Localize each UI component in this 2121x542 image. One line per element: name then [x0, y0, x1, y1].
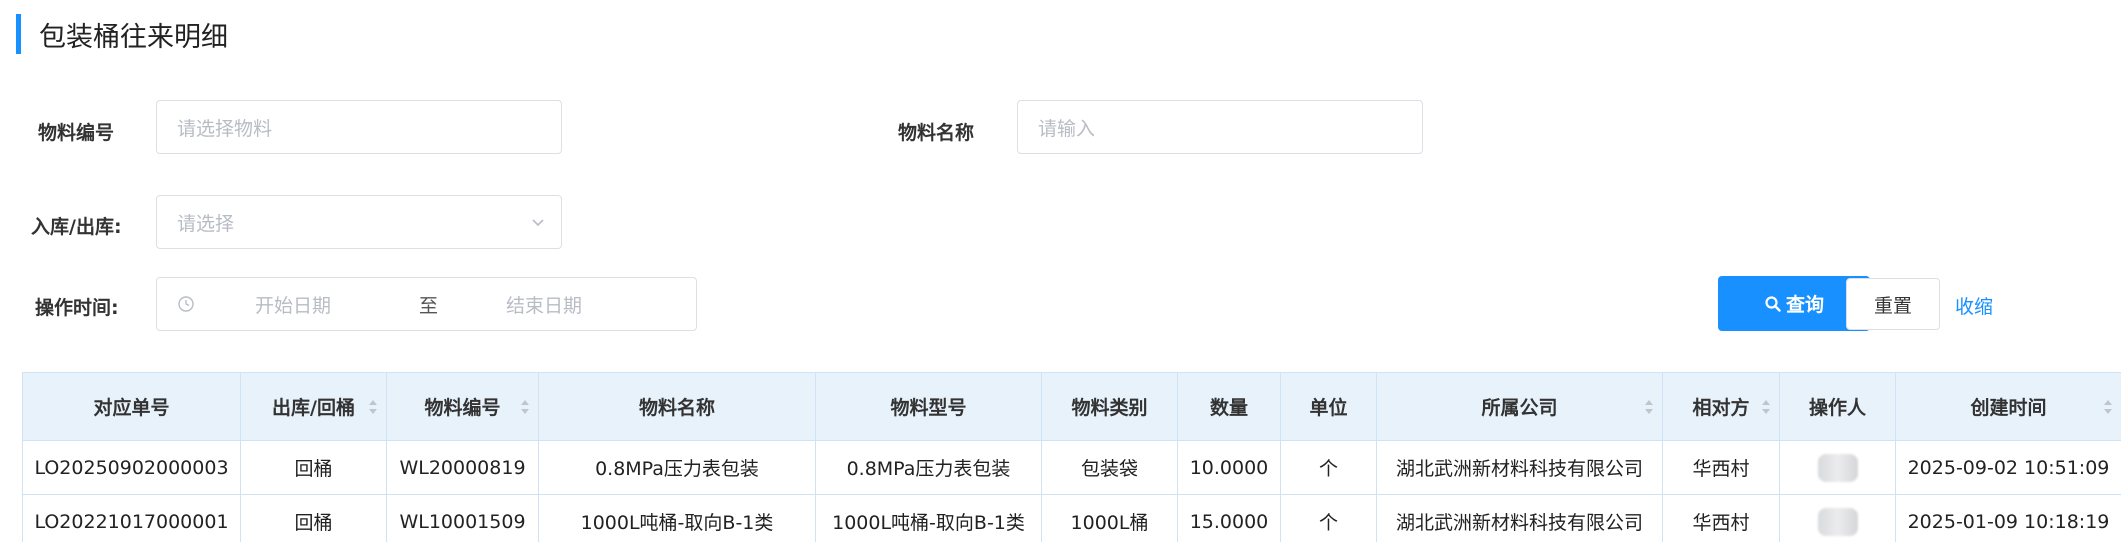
col-header-material-name: 物料名称	[538, 372, 816, 441]
clock-icon	[178, 296, 194, 312]
cell-material-category: 包装袋	[1041, 440, 1178, 495]
table-row[interactable]: LO20221017000001 回桶 WL10001509 1000L吨桶-取…	[22, 494, 2121, 542]
page-header: 包装桶往来明细	[16, 14, 228, 54]
cell-created-time: 2025-01-09 10:18:19	[1895, 494, 2121, 542]
cell-counterparty: 华西村	[1662, 440, 1780, 495]
title-accent-bar	[16, 14, 21, 54]
in-out-select[interactable]: 请选择	[156, 195, 562, 249]
cell-operator	[1779, 494, 1896, 542]
cell-quantity: 15.0000	[1177, 494, 1281, 542]
cell-quantity: 10.0000	[1177, 440, 1281, 495]
material-code-placeholder: 请选择物料	[177, 117, 273, 140]
material-code-input[interactable]: 请选择物料	[156, 100, 562, 154]
sort-icon[interactable]	[368, 397, 378, 417]
sort-icon[interactable]	[1761, 397, 1771, 417]
page-title: 包装桶往来明细	[39, 21, 228, 53]
material-name-placeholder: 请输入	[1038, 117, 1096, 140]
cell-order-no: LO20250902000003	[22, 440, 241, 495]
cell-operator	[1779, 440, 1896, 495]
cell-company: 湖北武洲新材料科技有限公司	[1376, 494, 1663, 542]
reset-button[interactable]: 重置	[1846, 278, 1940, 330]
avatar	[1817, 507, 1858, 536]
cell-unit: 个	[1280, 494, 1377, 542]
sort-icon[interactable]	[2103, 397, 2113, 417]
col-header-material-model: 物料型号	[815, 372, 1042, 441]
cell-material-category: 1000L桶	[1041, 494, 1178, 542]
material-name-label: 物料名称	[898, 122, 975, 144]
sort-icon[interactable]	[520, 397, 530, 417]
col-header-material-code-label: 物料编号	[424, 397, 501, 419]
table-row[interactable]: LO20250902000003 回桶 WL20000819 0.8MPa压力表…	[22, 440, 2121, 495]
table-header-row: 对应单号 出库/回桶 物料编号 物料名称 物料型号 物料类别 数量 单位 所属公…	[22, 372, 2121, 441]
col-header-quantity: 数量	[1177, 372, 1281, 441]
cell-material-model: 1000L吨桶-取向B-1类	[815, 494, 1042, 542]
cell-unit: 个	[1280, 440, 1377, 495]
query-button-label: 查询	[1785, 294, 1824, 316]
col-header-material-category: 物料类别	[1041, 372, 1178, 441]
cell-order-no: LO20221017000001	[22, 494, 241, 542]
col-header-material-code[interactable]: 物料编号	[386, 372, 539, 441]
col-header-unit: 单位	[1280, 372, 1377, 441]
op-time-range-picker[interactable]: 开始日期 至 结束日期	[156, 277, 697, 331]
search-icon	[1765, 295, 1781, 312]
cell-material-code: WL10001509	[386, 494, 539, 542]
material-code-label: 物料编号	[38, 122, 115, 144]
cell-material-name: 1000L吨桶-取向B-1类	[538, 494, 816, 542]
end-date-input[interactable]: 结束日期	[506, 291, 582, 318]
chevron-down-icon	[532, 219, 544, 227]
avatar	[1817, 453, 1858, 482]
op-time-label: 操作时间:	[35, 297, 119, 319]
col-header-in-out-label: 出库/回桶	[272, 397, 355, 419]
col-header-created-time-label: 创建时间	[1970, 397, 2047, 419]
cell-material-model: 0.8MPa压力表包装	[815, 440, 1042, 495]
cell-material-code: WL20000819	[386, 440, 539, 495]
cell-material-name: 0.8MPa压力表包装	[538, 440, 816, 495]
in-out-placeholder: 请选择	[177, 212, 235, 235]
col-header-company[interactable]: 所属公司	[1376, 372, 1663, 441]
col-header-counterparty-label: 相对方	[1692, 397, 1750, 419]
cell-in-out: 回桶	[240, 440, 387, 495]
col-header-operator: 操作人	[1779, 372, 1896, 441]
col-header-order-no: 对应单号	[22, 372, 241, 441]
col-header-counterparty[interactable]: 相对方	[1662, 372, 1780, 441]
reset-button-label: 重置	[1873, 294, 1912, 317]
cell-counterparty: 华西村	[1662, 494, 1780, 542]
material-name-input[interactable]: 请输入	[1017, 100, 1423, 154]
start-date-input[interactable]: 开始日期	[255, 291, 331, 318]
collapse-link[interactable]: 收缩	[1955, 292, 1993, 319]
in-out-label: 入库/出库:	[31, 216, 122, 238]
detail-table: 对应单号 出库/回桶 物料编号 物料名称 物料型号 物料类别 数量 单位 所属公…	[22, 372, 2121, 542]
cell-company: 湖北武洲新材料科技有限公司	[1376, 440, 1663, 495]
sort-icon[interactable]	[1644, 397, 1654, 417]
col-header-in-out[interactable]: 出库/回桶	[240, 372, 387, 441]
cell-created-time: 2025-09-02 10:51:09	[1895, 440, 2121, 495]
col-header-company-label: 所属公司	[1481, 397, 1558, 419]
col-header-created-time[interactable]: 创建时间	[1895, 372, 2121, 441]
cell-in-out: 回桶	[240, 494, 387, 542]
date-separator: 至	[419, 294, 439, 317]
